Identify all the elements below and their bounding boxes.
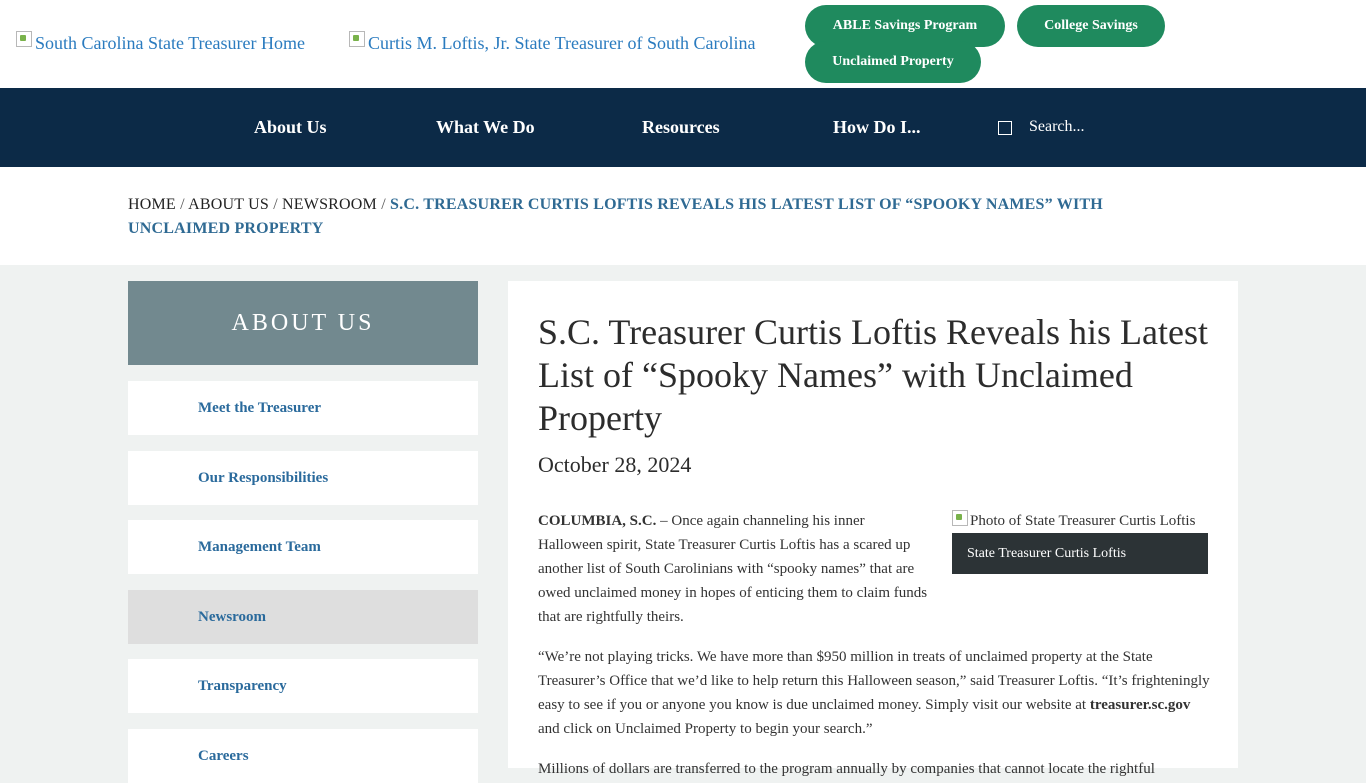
search-input[interactable]: Search... — [1029, 118, 1085, 136]
breadcrumb-separator: / — [273, 196, 278, 213]
nav-how-do-i[interactable]: How Do I... — [833, 88, 921, 167]
dateline: COLUMBIA, S.C. — [538, 513, 657, 529]
breadcrumb-newsroom[interactable]: NEWSROOM — [282, 196, 377, 213]
treasurer-photo-figure: Photo of State Treasurer Curtis Loftis S… — [952, 509, 1208, 574]
treasurer-photo: Photo of State Treasurer Curtis Loftis — [952, 509, 1208, 533]
nav-about-us[interactable]: About Us — [254, 88, 327, 167]
sidebar-item-careers[interactable]: Careers — [128, 729, 478, 783]
breadcrumb-separator: / — [180, 196, 185, 213]
article-title: S.C. Treasurer Curtis Loftis Reveals his… — [538, 312, 1208, 438]
article-paragraph-2: “We’re not playing tricks. We have more … — [538, 645, 1210, 741]
unclaimed-property-button[interactable]: Unclaimed Property — [805, 41, 981, 83]
broken-image-icon — [952, 510, 968, 526]
home-logo-alt-text: South Carolina State Treasurer Home — [35, 33, 305, 53]
treasurer-website-link[interactable]: treasurer.sc.gov — [1090, 697, 1191, 713]
paragraph-2-end: and click on Unclaimed Property to begin… — [538, 721, 873, 737]
search-checkbox-icon[interactable] — [998, 121, 1012, 135]
treasurer-logo-alt-text: Curtis M. Loftis, Jr. State Treasurer of… — [368, 33, 756, 53]
photo-caption: State Treasurer Curtis Loftis — [952, 533, 1208, 574]
sidebar-item-transparency[interactable]: Transparency — [128, 659, 478, 713]
home-logo-link[interactable]: South Carolina State Treasurer Home — [16, 30, 305, 54]
nav-what-we-do[interactable]: What We Do — [436, 88, 535, 167]
article-paragraph-3: Millions of dollars are transferred to t… — [538, 761, 1155, 777]
broken-image-icon — [349, 30, 365, 47]
sidebar-item-our-responsibilities[interactable]: Our Responsibilities — [128, 451, 478, 505]
breadcrumb-home[interactable]: HOME — [128, 196, 176, 213]
breadcrumb-separator: / — [381, 196, 386, 213]
breadcrumb-about-us[interactable]: ABOUT US — [188, 196, 269, 213]
sidebar-heading: ABOUT US — [128, 281, 478, 365]
sidebar-item-newsroom[interactable]: Newsroom — [128, 590, 478, 644]
treasurer-photo-alt-text: Photo of State Treasurer Curtis Loftis — [970, 513, 1196, 529]
site-header: South Carolina State Treasurer Home Curt… — [0, 0, 1366, 88]
paragraph-1-text: – Once again channeling his inner Hallow… — [538, 513, 928, 625]
sidebar-item-meet-the-treasurer[interactable]: Meet the Treasurer — [128, 381, 478, 435]
article-paragraph-1: COLUMBIA, S.C. – Once again channeling h… — [538, 509, 930, 629]
main-nav: About Us What We Do Resources How Do I..… — [0, 88, 1366, 167]
broken-image-icon — [16, 30, 32, 47]
sidebar-item-management-team[interactable]: Management Team — [128, 520, 478, 574]
treasurer-logo-link[interactable]: Curtis M. Loftis, Jr. State Treasurer of… — [349, 30, 756, 54]
breadcrumb: HOME / ABOUT US / NEWSROOM / S.C. TREASU… — [128, 193, 1158, 241]
college-savings-button[interactable]: College Savings — [1017, 5, 1165, 47]
nav-resources[interactable]: Resources — [642, 88, 720, 167]
article-date: October 28, 2024 — [538, 452, 692, 477]
